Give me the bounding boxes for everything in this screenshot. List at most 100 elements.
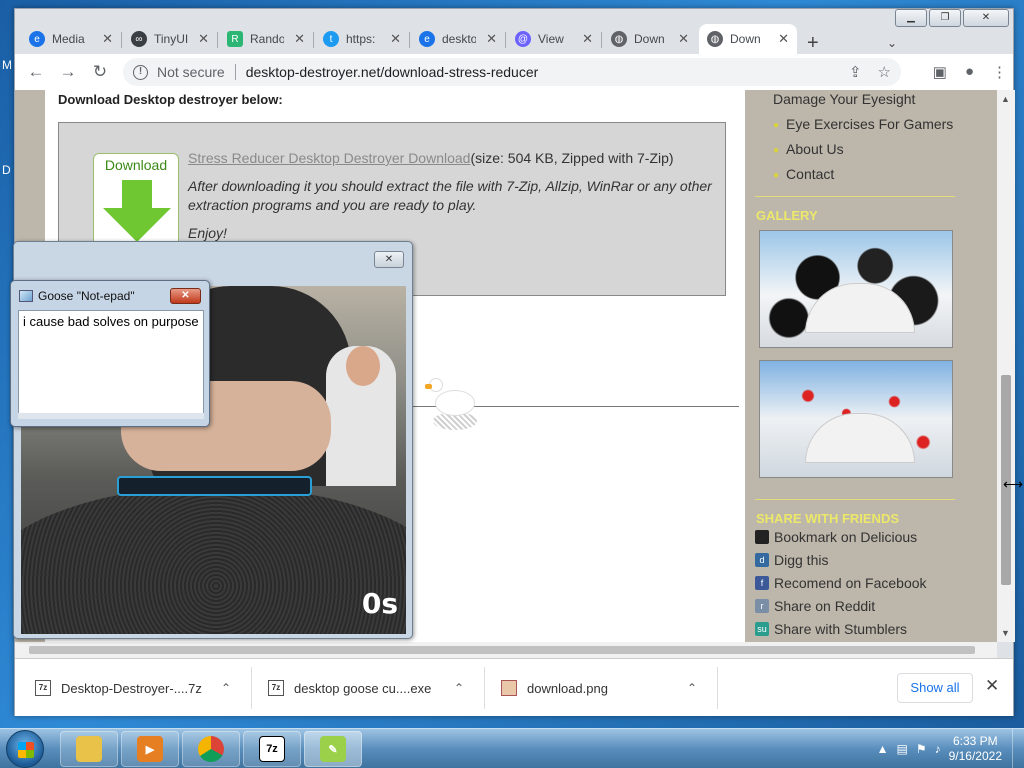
close-tab-icon[interactable]: ✕ [778,31,789,47]
desktop-icon-label[interactable]: D [2,163,11,177]
download-filename: Desktop-Destroyer-....7z [61,680,202,696]
warning-icon[interactable]: ! [133,64,148,80]
network-icon[interactable]: ▤ [897,742,908,756]
url-text[interactable]: desktop-destroyer.net/download-stress-re… [246,64,539,80]
clock-time: 6:33 PM [952,734,998,748]
tab-4[interactable]: e deskto ✕ [411,24,505,54]
desktop-icon-label[interactable]: M [2,58,12,72]
notepad-text-area[interactable]: i cause bad solves on purpose [18,310,204,416]
chevron-up-icon[interactable]: ⌃ [221,681,231,695]
share-reddit[interactable]: r Share on Reddit [755,598,875,614]
forward-icon[interactable]: → [52,62,84,82]
file-size-text: (size: 504 KB, Zipped with 7-Zip) [470,150,674,166]
share-delicious[interactable]: Bookmark on Delicious [755,529,917,545]
tab-3[interactable]: t https: ✕ [315,24,409,54]
show-hidden-icons[interactable]: ▲ [877,742,889,756]
speedcube-timer [117,476,312,496]
sidebar-link-eye-exercises[interactable]: ● Eye Exercises For Gamers [773,116,953,132]
reload-icon[interactable]: ↻ [84,62,116,82]
tab-title: https: [346,32,376,46]
delicious-icon [755,530,769,544]
facebook-icon: f [755,576,769,590]
address-bar[interactable]: ! Not secure desktop-destroyer.net/downl… [123,58,901,86]
tab-title: TinyUI [154,32,188,46]
tab-title: View [538,32,564,46]
start-button[interactable] [6,730,44,768]
windows-logo-icon [18,742,34,758]
at-icon: @ [515,31,531,47]
menu-icon[interactable]: ⋮ [992,63,1007,81]
tab-2[interactable]: R Rando ✕ [219,24,313,54]
show-desktop-button[interactable] [1012,729,1024,768]
close-window-button[interactable]: ✕ [170,288,201,304]
close-tab-icon[interactable]: ✕ [102,31,113,47]
chevron-down-icon[interactable]: ⌄ [887,36,897,50]
goose-notepad-window[interactable]: Goose "Not-epad" ✕ i cause bad solves on… [10,280,210,427]
download-bar: 7z Desktop-Destroyer-....7z ⌃ 7z desktop… [15,658,1013,716]
sidebar-link-contact[interactable]: ● Contact [773,166,834,182]
close-tab-icon[interactable]: ✕ [198,31,209,47]
download-link[interactable]: Stress Reducer Desktop Destroyer Downloa… [188,150,470,166]
horizontal-scrollbar[interactable] [15,642,997,658]
volume-icon[interactable]: ♪ [935,742,941,756]
taskbar-goose[interactable]: ✎ [304,731,362,767]
taskbar-explorer[interactable] [60,731,118,767]
clock[interactable]: 6:33 PM 9/16/2022 [949,734,1002,764]
taskbar: ▶ 7z ✎ ▲ ▤ ⚑ ♪ 6:33 PM 9/16/2022 [0,728,1024,768]
sidebar-link-about[interactable]: ● About Us [773,141,844,157]
share-facebook[interactable]: f Recomend on Facebook [755,575,927,591]
goose-sprite[interactable] [425,378,479,430]
close-tab-icon[interactable]: ✕ [294,31,305,47]
tab-7-active[interactable]: ◍ Down ✕ [699,24,797,54]
profile-icon[interactable]: ● [965,63,974,81]
taskbar-7zip[interactable]: 7z [243,731,301,767]
edge-icon: e [419,31,435,47]
tab-5[interactable]: @ View ✕ [507,24,601,54]
close-window-button[interactable]: ✕ [374,251,404,268]
close-tab-icon[interactable]: ✕ [582,31,593,47]
download-item-3[interactable]: download.png ⌃ [501,659,711,717]
sidebar-link-eyesight[interactable]: Damage Your Eyesight [773,91,915,107]
tab-0[interactable]: e Media ✕ [21,24,121,54]
gallery-image-2[interactable] [759,360,953,478]
download-filename: desktop goose cu....exe [294,680,432,696]
share-stumbleupon[interactable]: su Share with Stumblers [755,621,907,637]
share-icon[interactable]: ⇪ [849,63,862,81]
scroll-thumb[interactable] [29,646,975,654]
close-tab-icon[interactable]: ✕ [486,31,497,47]
close-icon[interactable]: ✕ [985,676,999,696]
action-center-icon[interactable]: ⚑ [916,742,927,756]
share-digg[interactable]: d Digg this [755,552,828,568]
side-panel-icon[interactable]: ▣ [933,63,947,81]
new-tab-button[interactable]: + [807,32,819,55]
download-icon[interactable]: Download [93,153,179,253]
gallery-image-1[interactable] [759,230,953,348]
tab-1[interactable]: ∞ TinyUI ✕ [123,24,217,54]
clock-date: 9/16/2022 [948,749,1002,763]
download-item-2[interactable]: 7z desktop goose cu....exe ⌃ [268,659,478,717]
sidebar: Damage Your Eyesight ● Eye Exercises For … [755,90,965,642]
chevron-up-icon[interactable]: ⌃ [454,681,464,695]
extract-instructions: After downloading it you should extract … [188,178,712,213]
tab-6[interactable]: ◍ Down ✕ [603,24,697,54]
back-icon[interactable]: ← [20,62,52,82]
digg-icon: d [755,553,769,567]
chevron-up-icon[interactable]: ⌃ [687,681,697,695]
globe-icon: ◍ [611,31,627,47]
show-all-button[interactable]: Show all [897,673,973,703]
tab-title: Rando [250,32,284,46]
explorer-icon [76,736,102,762]
stumbleupon-icon: su [755,622,769,636]
close-tab-icon[interactable]: ✕ [390,31,401,47]
bookmark-star-icon[interactable]: ☆ [878,63,891,81]
tab-title: Down [730,32,761,46]
gallery-heading: GALLERY [756,208,818,223]
goose-icon: ✎ [320,736,346,762]
download-item-1[interactable]: 7z Desktop-Destroyer-....7z ⌃ [35,659,245,717]
close-tab-icon[interactable]: ✕ [678,31,689,47]
taskbar-media-player[interactable]: ▶ [121,731,179,767]
7z-file-icon: 7z [35,680,51,696]
vertical-scrollbar[interactable]: ▲ ▼ [997,90,1015,642]
taskbar-chrome[interactable] [182,731,240,767]
media-player-icon: ▶ [137,736,163,762]
